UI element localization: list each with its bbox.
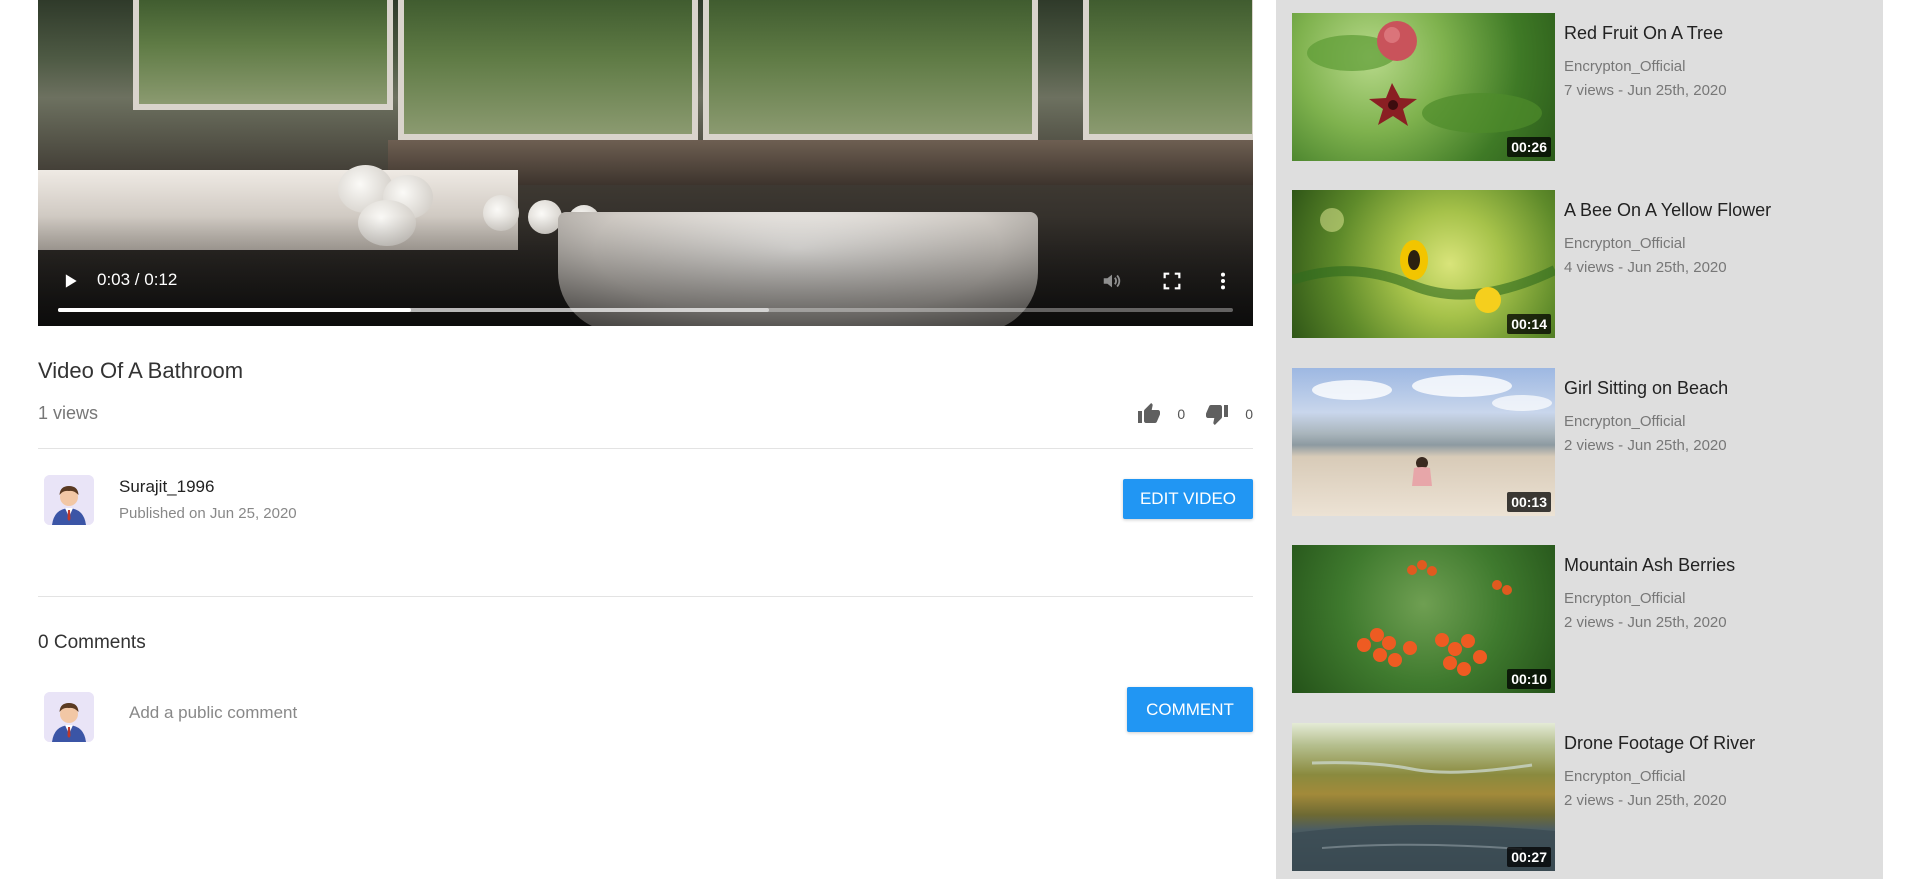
related-videos-sidebar: 00:26 Red Fruit On A Tree Encrypton_Offi… bbox=[1276, 0, 1883, 879]
video-thumbnail[interactable]: 00:27 bbox=[1292, 723, 1555, 871]
progress-bar[interactable] bbox=[58, 308, 1233, 312]
related-video-channel: Encrypton_Official bbox=[1564, 235, 1686, 252]
window-center-left bbox=[398, 0, 698, 140]
channel-info: Surajit_1996 Published on Jun 25, 2020 bbox=[119, 477, 297, 522]
dislike-button[interactable] bbox=[1205, 402, 1229, 426]
related-video-meta: 4 views - Jun 25th, 2020 bbox=[1564, 259, 1727, 276]
video-thumbnail[interactable]: 00:26 bbox=[1292, 13, 1555, 161]
related-video-item[interactable]: 00:10 Mountain Ash Berries Encrypton_Off… bbox=[1292, 545, 1872, 693]
comments-count: 0 Comments bbox=[38, 632, 146, 653]
related-video-meta: 2 views - Jun 25th, 2020 bbox=[1564, 614, 1727, 631]
edit-video-button[interactable]: EDIT VIDEO bbox=[1123, 479, 1253, 519]
like-count: 0 bbox=[1177, 406, 1186, 422]
related-video-title[interactable]: Red Fruit On A Tree bbox=[1564, 23, 1723, 44]
volume-icon[interactable] bbox=[1101, 270, 1123, 292]
window-left bbox=[133, 0, 393, 110]
video-duration: 00:10 bbox=[1507, 669, 1551, 689]
related-video-channel: Encrypton_Official bbox=[1564, 413, 1686, 430]
related-video-item[interactable]: 00:14 A Bee On A Yellow Flower Encrypton… bbox=[1292, 190, 1872, 338]
video-title: Video Of A Bathroom bbox=[38, 358, 244, 383]
related-video-title[interactable]: Girl Sitting on Beach bbox=[1564, 378, 1728, 399]
main-content: 0:03 / 0:12 Video Of A Bathroom 1 views … bbox=[38, 0, 1253, 742]
video-thumbnail[interactable]: 00:14 bbox=[1292, 190, 1555, 338]
player-controls: 0:03 / 0:12 bbox=[38, 246, 1253, 326]
video-duration: 00:27 bbox=[1507, 847, 1551, 867]
video-player[interactable]: 0:03 / 0:12 bbox=[38, 0, 1253, 326]
related-video-item[interactable]: 00:26 Red Fruit On A Tree Encrypton_Offi… bbox=[1292, 13, 1872, 161]
related-video-meta: 7 views - Jun 25th, 2020 bbox=[1564, 82, 1727, 99]
comment-button[interactable]: COMMENT bbox=[1127, 687, 1253, 732]
video-duration: 00:14 bbox=[1507, 314, 1551, 334]
commenter-avatar bbox=[44, 692, 94, 742]
related-video-channel: Encrypton_Official bbox=[1564, 58, 1686, 75]
thumb-up-icon bbox=[1138, 403, 1161, 423]
related-video-item[interactable]: 00:13 Girl Sitting on Beach Encrypton_Of… bbox=[1292, 368, 1872, 516]
more-vert-icon[interactable] bbox=[1212, 270, 1234, 292]
dislike-count: 0 bbox=[1245, 406, 1253, 422]
related-video-title[interactable]: Mountain Ash Berries bbox=[1564, 555, 1735, 576]
related-video-channel: Encrypton_Official bbox=[1564, 768, 1686, 785]
window-center-right bbox=[703, 0, 1038, 140]
channel-avatar[interactable] bbox=[44, 475, 94, 525]
divider bbox=[38, 596, 1253, 597]
user-avatar-icon bbox=[44, 692, 94, 742]
view-count: 1 views bbox=[38, 403, 99, 423]
video-thumbnail[interactable]: 00:13 bbox=[1292, 368, 1555, 516]
play-icon[interactable] bbox=[60, 271, 80, 291]
progress-played bbox=[58, 308, 411, 312]
related-video-meta: 2 views - Jun 25th, 2020 bbox=[1564, 437, 1727, 454]
related-video-title[interactable]: Drone Footage Of River bbox=[1564, 733, 1755, 754]
video-thumbnail[interactable]: 00:10 bbox=[1292, 545, 1555, 693]
published-date: Published on Jun 25, 2020 bbox=[119, 505, 297, 522]
related-video-item[interactable]: 00:27 Drone Footage Of River Encrypton_O… bbox=[1292, 723, 1872, 871]
user-avatar-icon bbox=[44, 475, 94, 525]
video-duration: 00:13 bbox=[1507, 492, 1551, 512]
comment-input[interactable] bbox=[129, 700, 1009, 726]
vote-controls: 0 0 bbox=[1137, 402, 1253, 426]
channel-name[interactable]: Surajit_1996 bbox=[119, 477, 297, 497]
related-video-channel: Encrypton_Official bbox=[1564, 590, 1686, 607]
video-duration: 00:26 bbox=[1507, 137, 1551, 157]
related-video-title[interactable]: A Bee On A Yellow Flower bbox=[1564, 200, 1771, 221]
like-button[interactable] bbox=[1137, 402, 1161, 426]
divider bbox=[38, 448, 1253, 449]
related-video-meta: 2 views - Jun 25th, 2020 bbox=[1564, 792, 1727, 809]
thumb-down-icon bbox=[1206, 405, 1229, 425]
time-display: 0:03 / 0:12 bbox=[97, 270, 178, 289]
window-right bbox=[1083, 0, 1253, 140]
fullscreen-icon[interactable] bbox=[1161, 270, 1183, 292]
